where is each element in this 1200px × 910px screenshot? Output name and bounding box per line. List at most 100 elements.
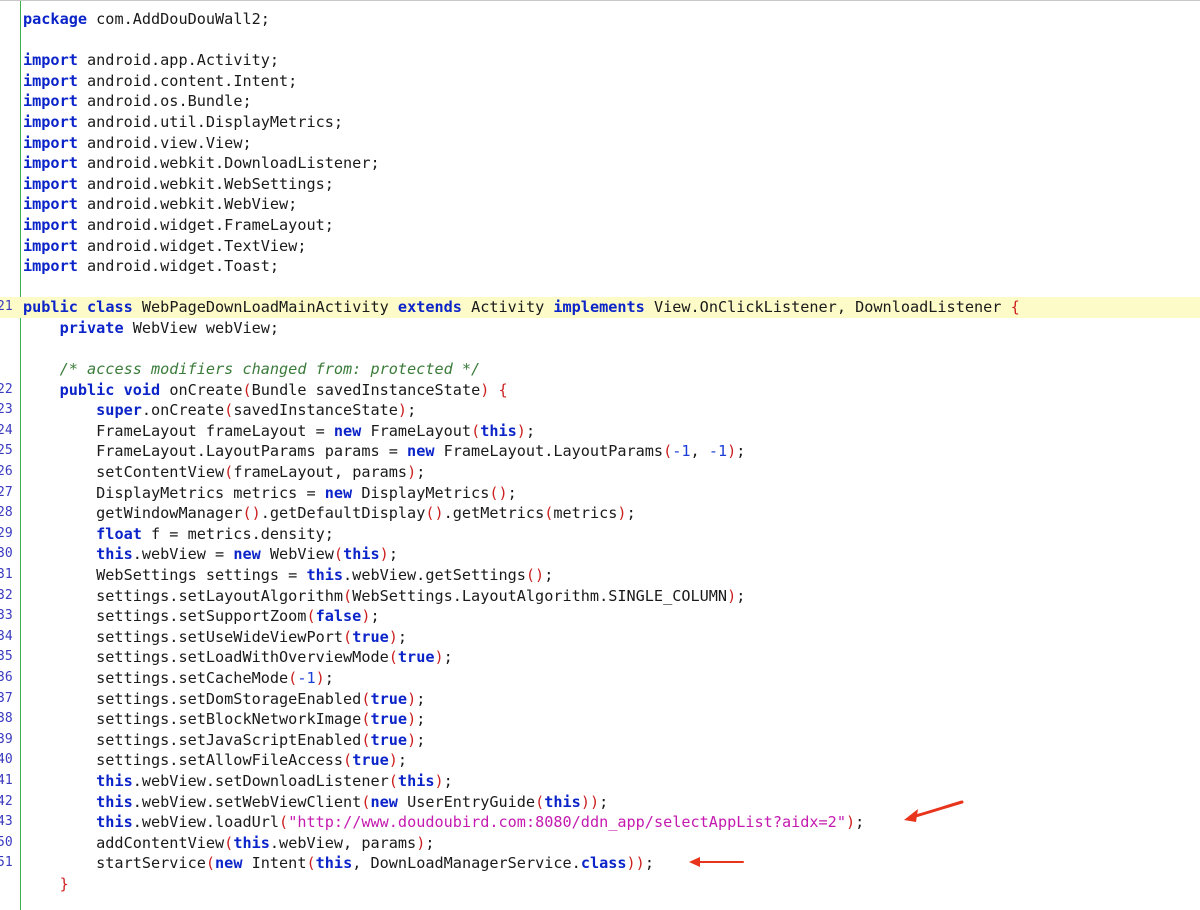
code-token: settings.setCacheMode	[23, 669, 289, 687]
code-line[interactable]: 22 public void onCreate(Bundle savedInst…	[0, 380, 1200, 401]
code-line[interactable]: 32 settings.setLayoutAlgorithm(WebSettin…	[0, 586, 1200, 607]
code-text: private WebView webView;	[23, 318, 279, 339]
code-token: ()	[425, 504, 444, 523]
code-token: ()	[525, 566, 545, 585]
code-line[interactable]: import android.util.DisplayMetrics;	[0, 112, 1200, 133]
code-line[interactable]: 29 float f = metrics.density;	[0, 524, 1200, 545]
code-token: ;	[855, 813, 865, 832]
code-token: ;	[443, 648, 453, 667]
code-token: ;	[407, 401, 417, 420]
code-line[interactable]: import android.webkit.WebSettings;	[0, 174, 1200, 195]
code-line[interactable]: import android.os.Bundle;	[0, 91, 1200, 112]
code-area[interactable]: package com.AddDouDouWall2; import androi…	[0, 9, 1200, 895]
code-text: import android.webkit.WebSettings;	[23, 174, 334, 195]
code-line[interactable]: 43 this.webView.loadUrl("http://www.doud…	[0, 812, 1200, 833]
code-token: this	[233, 833, 270, 852]
code-line[interactable]: 28 getWindowManager().getDefaultDisplay(…	[0, 503, 1200, 524]
code-token: .getDefaultDisplay	[260, 504, 426, 523]
code-token: .webView, params	[269, 833, 417, 852]
code-token: android.webkit.WebView;	[77, 195, 298, 214]
code-line[interactable]: import android.widget.FrameLayout;	[0, 215, 1200, 236]
code-token: ;	[324, 669, 334, 687]
code-token: ;	[599, 792, 609, 811]
code-line[interactable]: import android.widget.Toast;	[0, 256, 1200, 277]
code-line[interactable]: 31 WebSettings settings = this.webView.g…	[0, 565, 1200, 586]
code-text: startService(new Intent(this, DownLoadMa…	[23, 853, 654, 874]
code-token: android.widget.Toast;	[77, 257, 280, 276]
code-line[interactable]: }	[0, 874, 1200, 895]
code-editor[interactable]: package com.AddDouDouWall2; import androi…	[0, 0, 1200, 910]
line-number: 38	[0, 711, 13, 727]
code-token: android.webkit.WebSettings;	[77, 174, 334, 193]
code-line[interactable]: import android.app.Activity;	[0, 50, 1200, 71]
code-token: )	[845, 813, 856, 832]
code-text: settings.setLayoutAlgorithm(WebSettings.…	[23, 586, 745, 607]
code-token: )	[516, 421, 526, 440]
code-token: WebPageDownLoadMainActivity	[132, 298, 398, 317]
code-line[interactable]: import android.view.View;	[0, 133, 1200, 154]
code-line[interactable]: import android.widget.TextView;	[0, 236, 1200, 257]
code-token: (	[388, 648, 398, 667]
code-line[interactable]: 23 super.onCreate(savedInstanceState);	[0, 400, 1200, 421]
code-line[interactable]: 25 FrameLayout.LayoutParams params = new…	[0, 441, 1200, 462]
code-token: )	[379, 545, 389, 564]
code-line[interactable]: package com.AddDouDouWall2;	[0, 9, 1200, 30]
code-token: .onCreate	[141, 401, 225, 420]
code-token: ;	[626, 504, 636, 523]
code-token: getWindowManager	[23, 504, 243, 523]
code-line[interactable]: import android.content.Intent;	[0, 71, 1200, 92]
code-token: private	[59, 318, 124, 337]
code-token: ,	[690, 442, 709, 461]
code-line[interactable]: 41 this.webView.setDownloadListener(this…	[0, 771, 1200, 792]
code-text: import android.content.Intent;	[23, 71, 297, 92]
code-token: import	[23, 215, 78, 234]
code-line[interactable]	[0, 277, 1200, 298]
code-line[interactable]: 26 setContentView(frameLayout, params);	[0, 462, 1200, 483]
code-line[interactable]: 30 this.webView = new WebView(this);	[0, 544, 1200, 565]
code-token: )	[315, 669, 325, 687]
code-token: )	[407, 463, 417, 482]
code-line[interactable]: 24 FrameLayout frameLayout = new FrameLa…	[0, 421, 1200, 442]
code-text: FrameLayout.LayoutParams params = new Fr…	[23, 441, 745, 462]
code-line[interactable]: import android.webkit.DownloadListener;	[0, 153, 1200, 174]
code-token: WebView	[260, 545, 334, 564]
code-line[interactable]: 38 settings.setBlockNetworkImage(true);	[0, 709, 1200, 730]
code-line[interactable]: private WebView webView;	[0, 318, 1200, 339]
code-token: (	[343, 586, 353, 605]
code-text: import android.widget.TextView;	[23, 236, 306, 257]
code-token: )	[617, 504, 627, 523]
code-token: this	[96, 545, 133, 564]
code-line[interactable]: 37 settings.setDomStorageEnabled(true);	[0, 689, 1200, 710]
code-line[interactable]	[0, 30, 1200, 51]
code-token: ;	[416, 730, 426, 749]
code-token: .webView.loadUrl	[132, 813, 280, 832]
code-token: .webView =	[132, 545, 234, 564]
code-line[interactable]: 27 DisplayMetrics metrics = new DisplayM…	[0, 483, 1200, 504]
code-line[interactable]	[0, 339, 1200, 360]
code-line[interactable]: 21 public class WebPageDownLoadMainActivi…	[0, 297, 1200, 318]
code-token: )	[727, 586, 737, 605]
code-token: settings.setUseWideViewPort	[23, 627, 344, 646]
code-line[interactable]: 39 settings.setJavaScriptEnabled(true);	[0, 730, 1200, 751]
code-line[interactable]: 34 settings.setUseWideViewPort(true);	[0, 627, 1200, 648]
code-line[interactable]: 51 startService(new Intent(this, DownLoa…	[0, 853, 1200, 874]
code-line[interactable]: 50 addContentView(this.webView, params);	[0, 833, 1200, 854]
code-text: public class WebPageDownLoadMainActivity…	[23, 297, 1020, 318]
code-token: addContentView	[23, 833, 225, 852]
code-line[interactable]: 40 settings.setAllowFileAccess(true);	[0, 750, 1200, 771]
code-token: )	[407, 710, 417, 729]
code-token: (	[343, 627, 353, 646]
code-token: ;	[397, 751, 408, 770]
line-number: 30	[0, 546, 13, 562]
code-token: ;	[425, 833, 435, 852]
code-line[interactable]: 33 settings.setSupportZoom(false);	[0, 606, 1200, 627]
line-number: 21	[0, 299, 13, 315]
code-line[interactable]: 36 settings.setCacheMode(-1);	[0, 668, 1200, 689]
code-line[interactable]: /* access modifiers changed from: protec…	[0, 359, 1200, 380]
code-line[interactable]: 42 this.webView.setWebViewClient(new Use…	[0, 792, 1200, 813]
code-line[interactable]: import android.webkit.WebView;	[0, 194, 1200, 215]
code-token: this	[96, 792, 133, 811]
code-line[interactable]: 35 settings.setLoadWithOverviewMode(true…	[0, 647, 1200, 668]
